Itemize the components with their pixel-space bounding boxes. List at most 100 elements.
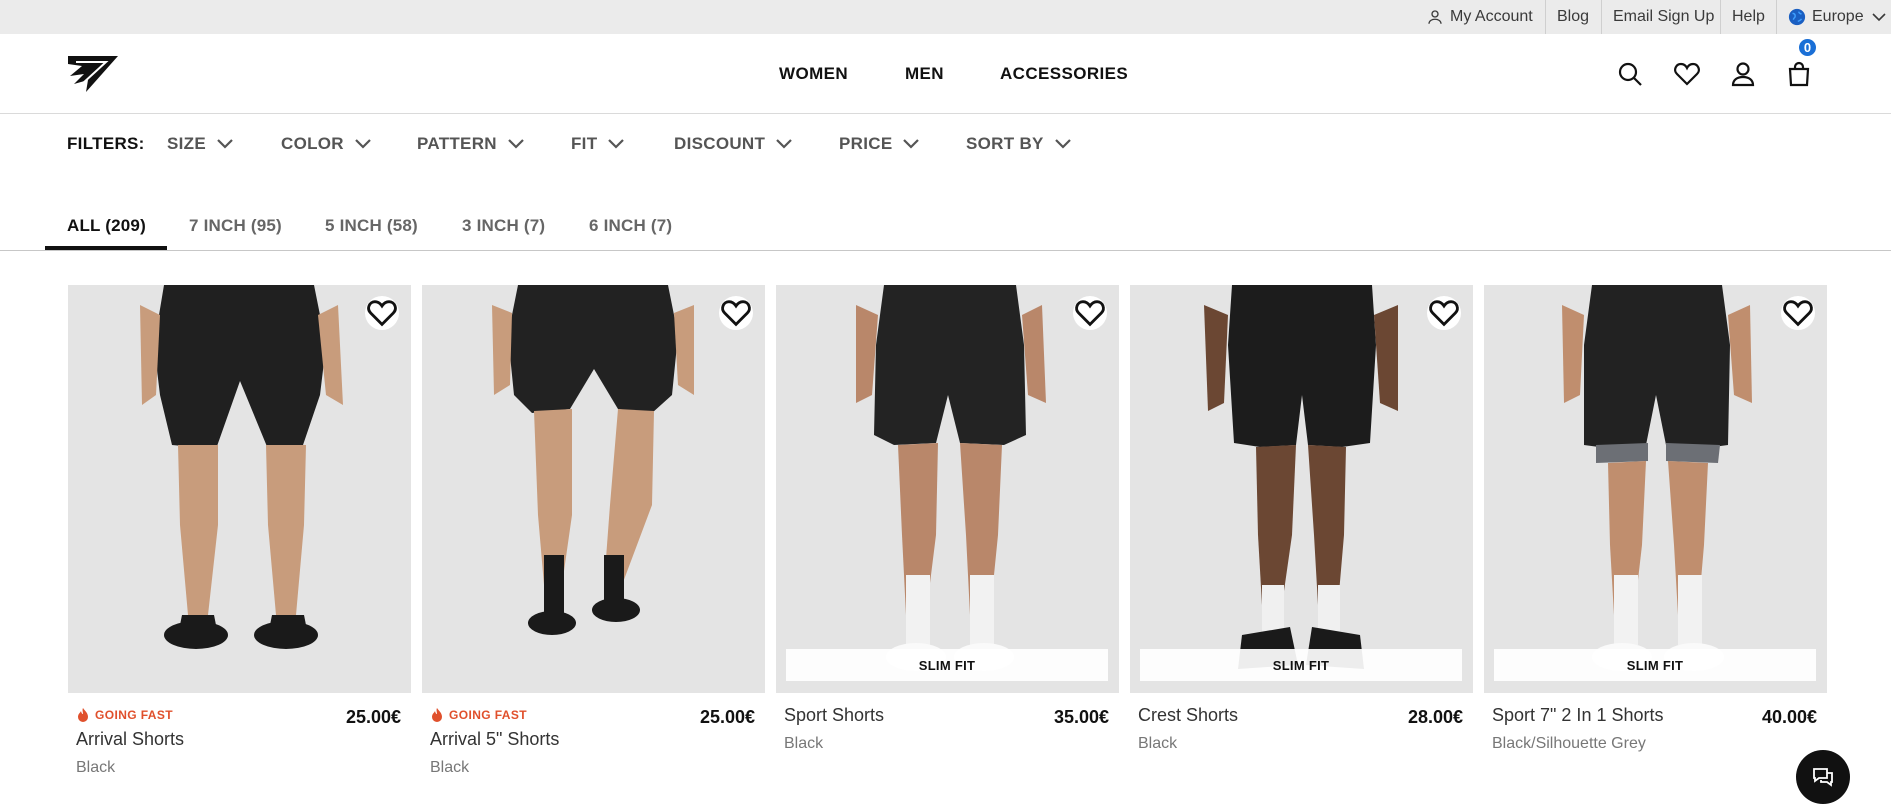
filter-color[interactable]: COLOR <box>281 132 372 156</box>
product-image[interactable] <box>68 285 411 693</box>
my-account-link[interactable]: My Account <box>1426 0 1533 34</box>
brand-logo[interactable] <box>66 54 120 94</box>
nav-women-label: WOMEN <box>779 64 849 83</box>
tab-7-inch[interactable]: 7 INCH (95) <box>189 216 282 238</box>
product-card[interactable]: GOING FAST 25.00€ Arrival Shorts Black <box>68 285 411 805</box>
product-image[interactable]: SLIM FIT <box>1484 285 1827 693</box>
filter-fit-label: FIT <box>571 134 598 153</box>
wishlist-button[interactable] <box>1427 296 1461 330</box>
heart-icon <box>721 300 751 327</box>
going-fast-badge: GOING FAST <box>76 707 173 723</box>
product-name[interactable]: Arrival 5" Shorts <box>430 729 559 750</box>
heart-icon <box>1075 300 1105 327</box>
product-name[interactable]: Arrival Shorts <box>76 729 184 750</box>
wishlist-button[interactable] <box>1781 296 1815 330</box>
product-image[interactable]: SLIM FIT <box>1130 285 1473 693</box>
chat-button[interactable] <box>1796 750 1850 804</box>
product-color: Black <box>784 735 824 752</box>
nav-accessories-label: ACCESSORIES <box>1000 64 1129 83</box>
model-shorts-illustration <box>422 285 765 693</box>
product-name[interactable]: Crest Shorts <box>1138 705 1238 726</box>
nav-accessories[interactable]: ACCESSORIES <box>1000 34 1128 114</box>
product-name[interactable]: Sport 7" 2 In 1 Shorts <box>1492 705 1663 726</box>
chevron-down-icon <box>903 139 920 149</box>
email-signup-label: Email Sign Up <box>1613 8 1715 25</box>
main-header: WOMEN MEN ACCESSORIES <box>0 34 1891 114</box>
divider <box>1776 0 1777 34</box>
chevron-down-icon <box>217 139 233 149</box>
wishlist-button[interactable] <box>365 296 399 330</box>
product-image[interactable] <box>422 285 765 693</box>
chat-icon <box>1813 768 1833 787</box>
model-shorts-illustration <box>776 285 1119 693</box>
tab-all[interactable]: ALL (209) <box>67 216 146 238</box>
product-price: 25.00€ <box>699 707 755 727</box>
product-image[interactable]: SLIM FIT <box>776 285 1119 693</box>
fit-tag: SLIM FIT <box>786 649 1108 681</box>
filter-pattern-label: PATTERN <box>417 134 497 153</box>
product-card[interactable]: GOING FAST 25.00€ Arrival 5" Shorts Blac… <box>422 285 765 805</box>
wishlist-button[interactable] <box>1073 296 1107 330</box>
filter-sort-by[interactable]: SORT BY <box>966 132 1072 156</box>
filter-discount[interactable]: DISCOUNT <box>674 132 793 156</box>
tab-6-inch[interactable]: 6 INCH (7) <box>589 216 672 238</box>
fit-tag: SLIM FIT <box>1494 649 1816 681</box>
help-label: Help <box>1732 8 1765 25</box>
product-color: Black <box>76 759 116 776</box>
nav-women[interactable]: WOMEN <box>779 34 848 114</box>
nav-men-label: MEN <box>905 64 944 83</box>
chevron-down-icon <box>355 139 371 149</box>
tab-5-inch[interactable]: 5 INCH (58) <box>325 216 418 238</box>
account-icon[interactable] <box>1728 59 1758 89</box>
product-name[interactable]: Sport Shorts <box>784 705 884 726</box>
filter-size-label: SIZE <box>167 134 206 153</box>
heart-icon <box>367 300 397 327</box>
help-link[interactable]: Help <box>1732 0 1765 34</box>
filter-fit[interactable]: FIT <box>571 132 625 156</box>
chevron-down-icon <box>1872 13 1886 22</box>
heart-icon <box>1429 300 1459 327</box>
search-icon[interactable] <box>1615 59 1645 89</box>
product-price: 25.00€ <box>345 707 401 727</box>
product-color: Black <box>430 759 470 776</box>
going-fast-badge: GOING FAST <box>430 707 527 723</box>
region-selector[interactable]: Europe <box>1788 0 1886 34</box>
badge-label: GOING FAST <box>95 708 174 722</box>
model-shorts-illustration <box>1130 285 1473 693</box>
flame-icon <box>78 708 88 722</box>
filter-sort-by-label: SORT BY <box>966 134 1044 153</box>
chevron-down-icon <box>508 139 524 149</box>
wishlist-button[interactable] <box>719 296 753 330</box>
product-price: 35.00€ <box>1053 707 1109 727</box>
filter-price-label: PRICE <box>839 134 893 153</box>
chevron-down-icon <box>608 139 625 149</box>
flame-icon <box>432 708 442 722</box>
product-color: Black/Silhouette Grey <box>1492 735 1646 752</box>
filter-discount-label: DISCOUNT <box>674 134 766 153</box>
fit-tag: SLIM FIT <box>1140 649 1462 681</box>
chevron-down-icon <box>776 139 792 149</box>
product-card[interactable]: SLIM FIT 28.00€ Crest Shorts Black <box>1130 285 1473 805</box>
tab-3-inch[interactable]: 3 INCH (7) <box>462 216 545 238</box>
product-card[interactable]: SLIM FIT 40.00€ Sport 7" 2 In 1 Shorts B… <box>1484 285 1827 805</box>
globe-icon <box>1788 8 1806 26</box>
blog-label: Blog <box>1557 8 1590 25</box>
divider <box>1545 0 1546 34</box>
model-shorts-illustration <box>1484 285 1827 693</box>
product-price: 40.00€ <box>1761 707 1817 727</box>
region-label: Europe <box>1812 8 1864 25</box>
nav-men[interactable]: MEN <box>905 34 944 114</box>
chevron-down-icon <box>1054 139 1071 149</box>
shopping-bag-icon[interactable] <box>1784 59 1814 89</box>
heart-icon[interactable] <box>1672 59 1702 89</box>
product-card[interactable]: SLIM FIT 35.00€ Sport Shorts Black <box>776 285 1119 805</box>
email-signup-link[interactable]: Email Sign Up <box>1613 0 1714 34</box>
filter-price[interactable]: PRICE <box>839 132 920 156</box>
filter-color-label: COLOR <box>281 134 344 153</box>
cart-count-badge: 0 <box>1797 37 1818 58</box>
divider <box>1720 0 1721 34</box>
blog-link[interactable]: Blog <box>1557 0 1589 34</box>
filter-size[interactable]: SIZE <box>167 132 234 156</box>
user-icon <box>1428 10 1442 24</box>
filter-pattern[interactable]: PATTERN <box>417 132 525 156</box>
